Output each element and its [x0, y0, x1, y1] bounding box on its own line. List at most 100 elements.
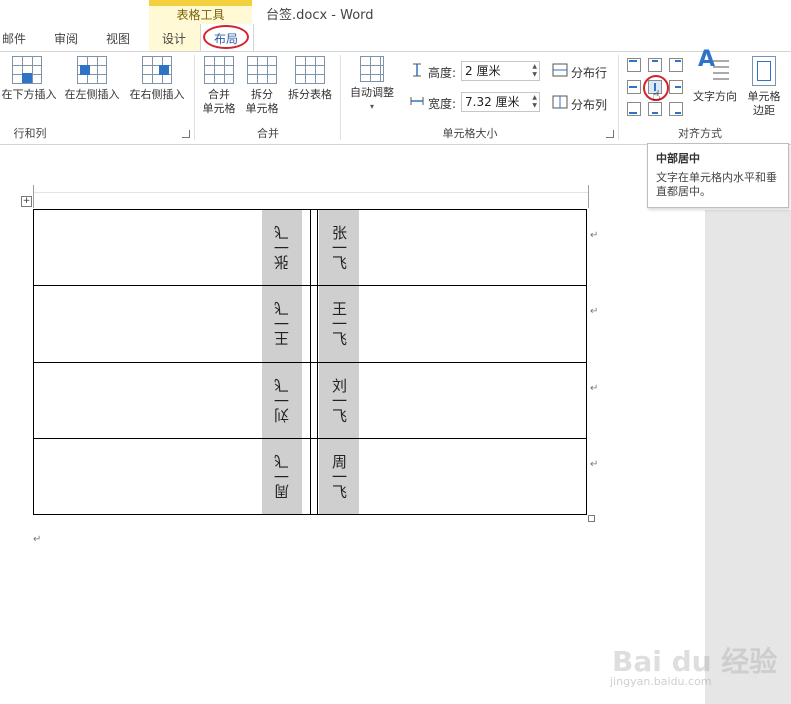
tab-mailings[interactable]: 邮件 — [2, 29, 26, 49]
height-label: 高度: — [428, 66, 457, 80]
group-separator — [340, 55, 341, 140]
width-stepper[interactable]: 7.32 厘米 ▲ ▼ — [461, 92, 540, 112]
name-text-left: 刘一飞 — [273, 378, 291, 423]
autofit-icon — [360, 56, 384, 82]
text-direction-icon: A — [698, 47, 729, 80]
row-border — [34, 285, 586, 286]
row-border — [34, 362, 586, 363]
name-text-right: 王一飞 — [330, 301, 348, 346]
align-bottom-right-icon[interactable] — [669, 102, 683, 116]
cell-size-launcher-icon[interactable] — [606, 130, 614, 138]
name-text-left: 周一飞 — [273, 454, 291, 499]
tooltip: 中部居中 文字在单元格内水平和垂直都居中。 — [647, 143, 789, 208]
distribute-cols-button[interactable]: 分布列 — [571, 96, 607, 113]
width-label: 宽度: — [428, 97, 457, 111]
distribute-rows-button[interactable]: 分布行 — [571, 64, 607, 81]
row-end-mark: ↵ — [590, 459, 599, 470]
insert-left-label: 在左侧插入 — [64, 88, 120, 101]
document-table[interactable]: 张一飞 张一飞 王一飞 王一飞 刘一飞 刘一飞 周一飞 周一飞 — [33, 209, 587, 515]
tooltip-description: 文字在单元格内水平和垂直都居中。 — [656, 171, 777, 198]
split-table-label: 拆分表格 — [288, 88, 332, 101]
width-value: 7.32 厘米 — [465, 95, 520, 109]
width-spin-arrows-icon[interactable]: ▲ ▼ — [532, 94, 537, 110]
split-cells-button[interactable]: 拆分 单元格 — [242, 56, 282, 116]
watermark-logo: Bai du 经验 — [612, 645, 778, 678]
split-table-button[interactable]: 拆分表格 — [284, 56, 336, 102]
name-text-right: 张一飞 — [330, 225, 348, 270]
tab-design[interactable]: 设计 — [162, 29, 186, 49]
cell-margins-label-1: 单元格 — [747, 90, 781, 103]
paragraph-mark: ↵ — [33, 534, 42, 545]
text-direction-label: 文字方向 — [693, 90, 737, 103]
distribute-rows-icon — [552, 63, 568, 77]
insert-below-label: 在下方插入 — [1, 88, 57, 101]
rows-cols-launcher-icon[interactable] — [182, 130, 190, 138]
insert-below-button[interactable]: 在下方插入 — [0, 56, 58, 102]
row-end-mark: ↵ — [590, 383, 599, 394]
row-end-mark: ↵ — [590, 230, 599, 241]
insert-right-label: 在右侧插入 — [129, 88, 185, 101]
name-text-left: 张一飞 — [273, 225, 291, 270]
align-top-left-icon[interactable] — [627, 58, 641, 72]
insert-right-icon — [142, 56, 172, 84]
table-cell-name-right[interactable]: 刘一飞 — [319, 363, 359, 438]
split-cells-icon — [247, 56, 277, 84]
split-cells-label-1: 拆分 — [251, 88, 273, 101]
align-bottom-center-icon[interactable] — [648, 102, 662, 116]
tab-view[interactable]: 视图 — [106, 29, 130, 49]
autofit-label: 自动调整 — [350, 86, 394, 99]
tooltip-title: 中部居中 — [656, 152, 700, 165]
cell-margins-icon — [752, 56, 776, 86]
tab-review[interactable]: 审阅 — [54, 29, 78, 49]
tab-highlight-circle — [203, 25, 249, 49]
page-top-margin-line — [33, 192, 589, 193]
page-corner-mark-left — [33, 185, 34, 208]
height-spin-arrows-icon[interactable]: ▲ ▼ — [532, 63, 537, 79]
text-direction-button[interactable]: A 文字方向 — [690, 47, 740, 104]
insert-left-button[interactable]: 在左侧插入 — [61, 56, 123, 102]
insert-right-button[interactable]: 在右侧插入 — [126, 56, 188, 102]
vertical-scrollbar-area[interactable] — [705, 210, 791, 704]
cell-size-group-label: 单元格大小 — [442, 127, 498, 140]
table-cell-name-left[interactable]: 张一飞 — [262, 210, 302, 285]
table-cell-name-right[interactable]: 王一飞 — [319, 286, 359, 361]
group-separator — [194, 55, 195, 140]
autofit-chevron-down-icon: ▾ — [369, 102, 374, 111]
column-width-icon — [410, 94, 424, 108]
height-value: 2 厘米 — [465, 64, 501, 78]
split-table-icon — [295, 56, 325, 84]
table-move-handle-icon[interactable]: + — [21, 196, 32, 207]
table-resize-handle[interactable] — [588, 515, 595, 522]
align-middle-left-icon[interactable] — [627, 80, 641, 94]
distribute-cols-icon — [552, 95, 568, 109]
table-cell-name-left[interactable]: 王一飞 — [262, 286, 302, 361]
mouse-cursor-icon: ☝ — [652, 88, 661, 104]
insert-left-icon — [77, 56, 107, 84]
align-top-center-icon[interactable] — [648, 58, 662, 72]
table-cell-name-right[interactable]: 周一飞 — [319, 439, 359, 514]
align-top-right-icon[interactable] — [669, 58, 683, 72]
merge-cells-icon — [204, 56, 234, 84]
table-tools-label: 表格工具 — [149, 6, 252, 24]
table-cell-name-left[interactable]: 刘一飞 — [262, 363, 302, 438]
cell-margins-button[interactable]: 单元格 边距 — [742, 56, 786, 118]
split-cells-label-2: 单元格 — [245, 102, 279, 115]
alignment-group-label: 对齐方式 — [678, 127, 722, 140]
cell-margins-label-2: 边距 — [753, 104, 775, 117]
merge-group-label: 合并 — [257, 127, 279, 140]
name-text-left: 王一飞 — [273, 301, 291, 346]
align-bottom-left-icon[interactable] — [627, 102, 641, 116]
insert-below-icon — [12, 56, 42, 84]
merge-cells-label-1: 合并 — [208, 88, 230, 101]
name-text-right: 刘一飞 — [330, 378, 348, 423]
merge-cells-button[interactable]: 合并 单元格 — [200, 56, 238, 116]
table-cell-name-left[interactable]: 周一飞 — [262, 439, 302, 514]
watermark-url: jingyan.baidu.com — [610, 675, 712, 688]
height-stepper[interactable]: 2 厘米 ▲ ▼ — [461, 61, 540, 81]
table-cell-name-right[interactable]: 张一飞 — [319, 210, 359, 285]
autofit-button[interactable]: 自动调整 ▾ — [344, 56, 400, 114]
align-middle-right-icon[interactable] — [669, 80, 683, 94]
row-height-icon — [410, 63, 424, 77]
name-text-right: 周一飞 — [330, 454, 348, 499]
row-end-mark: ↵ — [590, 306, 599, 317]
